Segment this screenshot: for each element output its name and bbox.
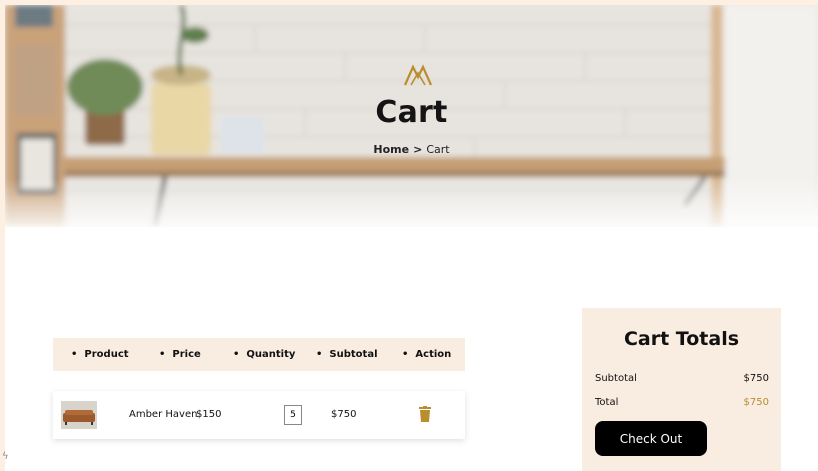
product-thumbnail [61, 401, 97, 429]
row-subtotal: $750 [331, 409, 357, 420]
total-label: Total [595, 397, 619, 408]
trash-icon[interactable] [419, 406, 431, 422]
header-subtotal: Subtotal [316, 349, 377, 360]
breadcrumb: Home > Cart [5, 143, 818, 156]
breadcrumb-current: Cart [426, 143, 450, 156]
product-price: $150 [196, 409, 222, 420]
table-row: Amber Haven $150 $750 [53, 391, 465, 439]
subtotal-value: $750 [743, 373, 769, 384]
hero-banner: Cart Home > Cart [5, 5, 818, 227]
header-action: Action [402, 349, 451, 360]
cart-page: Cart Home>Cart Product Price Quantity Su… [5, 5, 818, 471]
cart-totals-panel: Cart Totals Subtotal $750 Total $750 Che… [582, 308, 781, 471]
subtotal-label: Subtotal [595, 373, 637, 384]
page-title: Cart [375, 95, 448, 130]
subtotal-row: Subtotal $750 [595, 373, 769, 384]
brand-logo-icon [403, 64, 433, 86]
chevron-right-icon: > [413, 143, 423, 156]
cart-totals-title: Cart Totals [623, 328, 740, 350]
header-price: Price [159, 349, 200, 360]
header-product: Product [71, 349, 128, 360]
product-name: Amber Haven [129, 409, 198, 420]
breadcrumb-home-link[interactable]: Home [373, 143, 409, 156]
lightning-icon: ϟ [2, 451, 9, 462]
cart-table-header: Product Price Quantity Subtotal Action [53, 338, 465, 371]
total-value: $750 [743, 397, 769, 408]
total-row: Total $750 [595, 397, 769, 408]
checkout-button[interactable]: Check Out [595, 421, 707, 456]
quantity-input[interactable] [284, 405, 302, 425]
header-quantity: Quantity [233, 349, 295, 360]
